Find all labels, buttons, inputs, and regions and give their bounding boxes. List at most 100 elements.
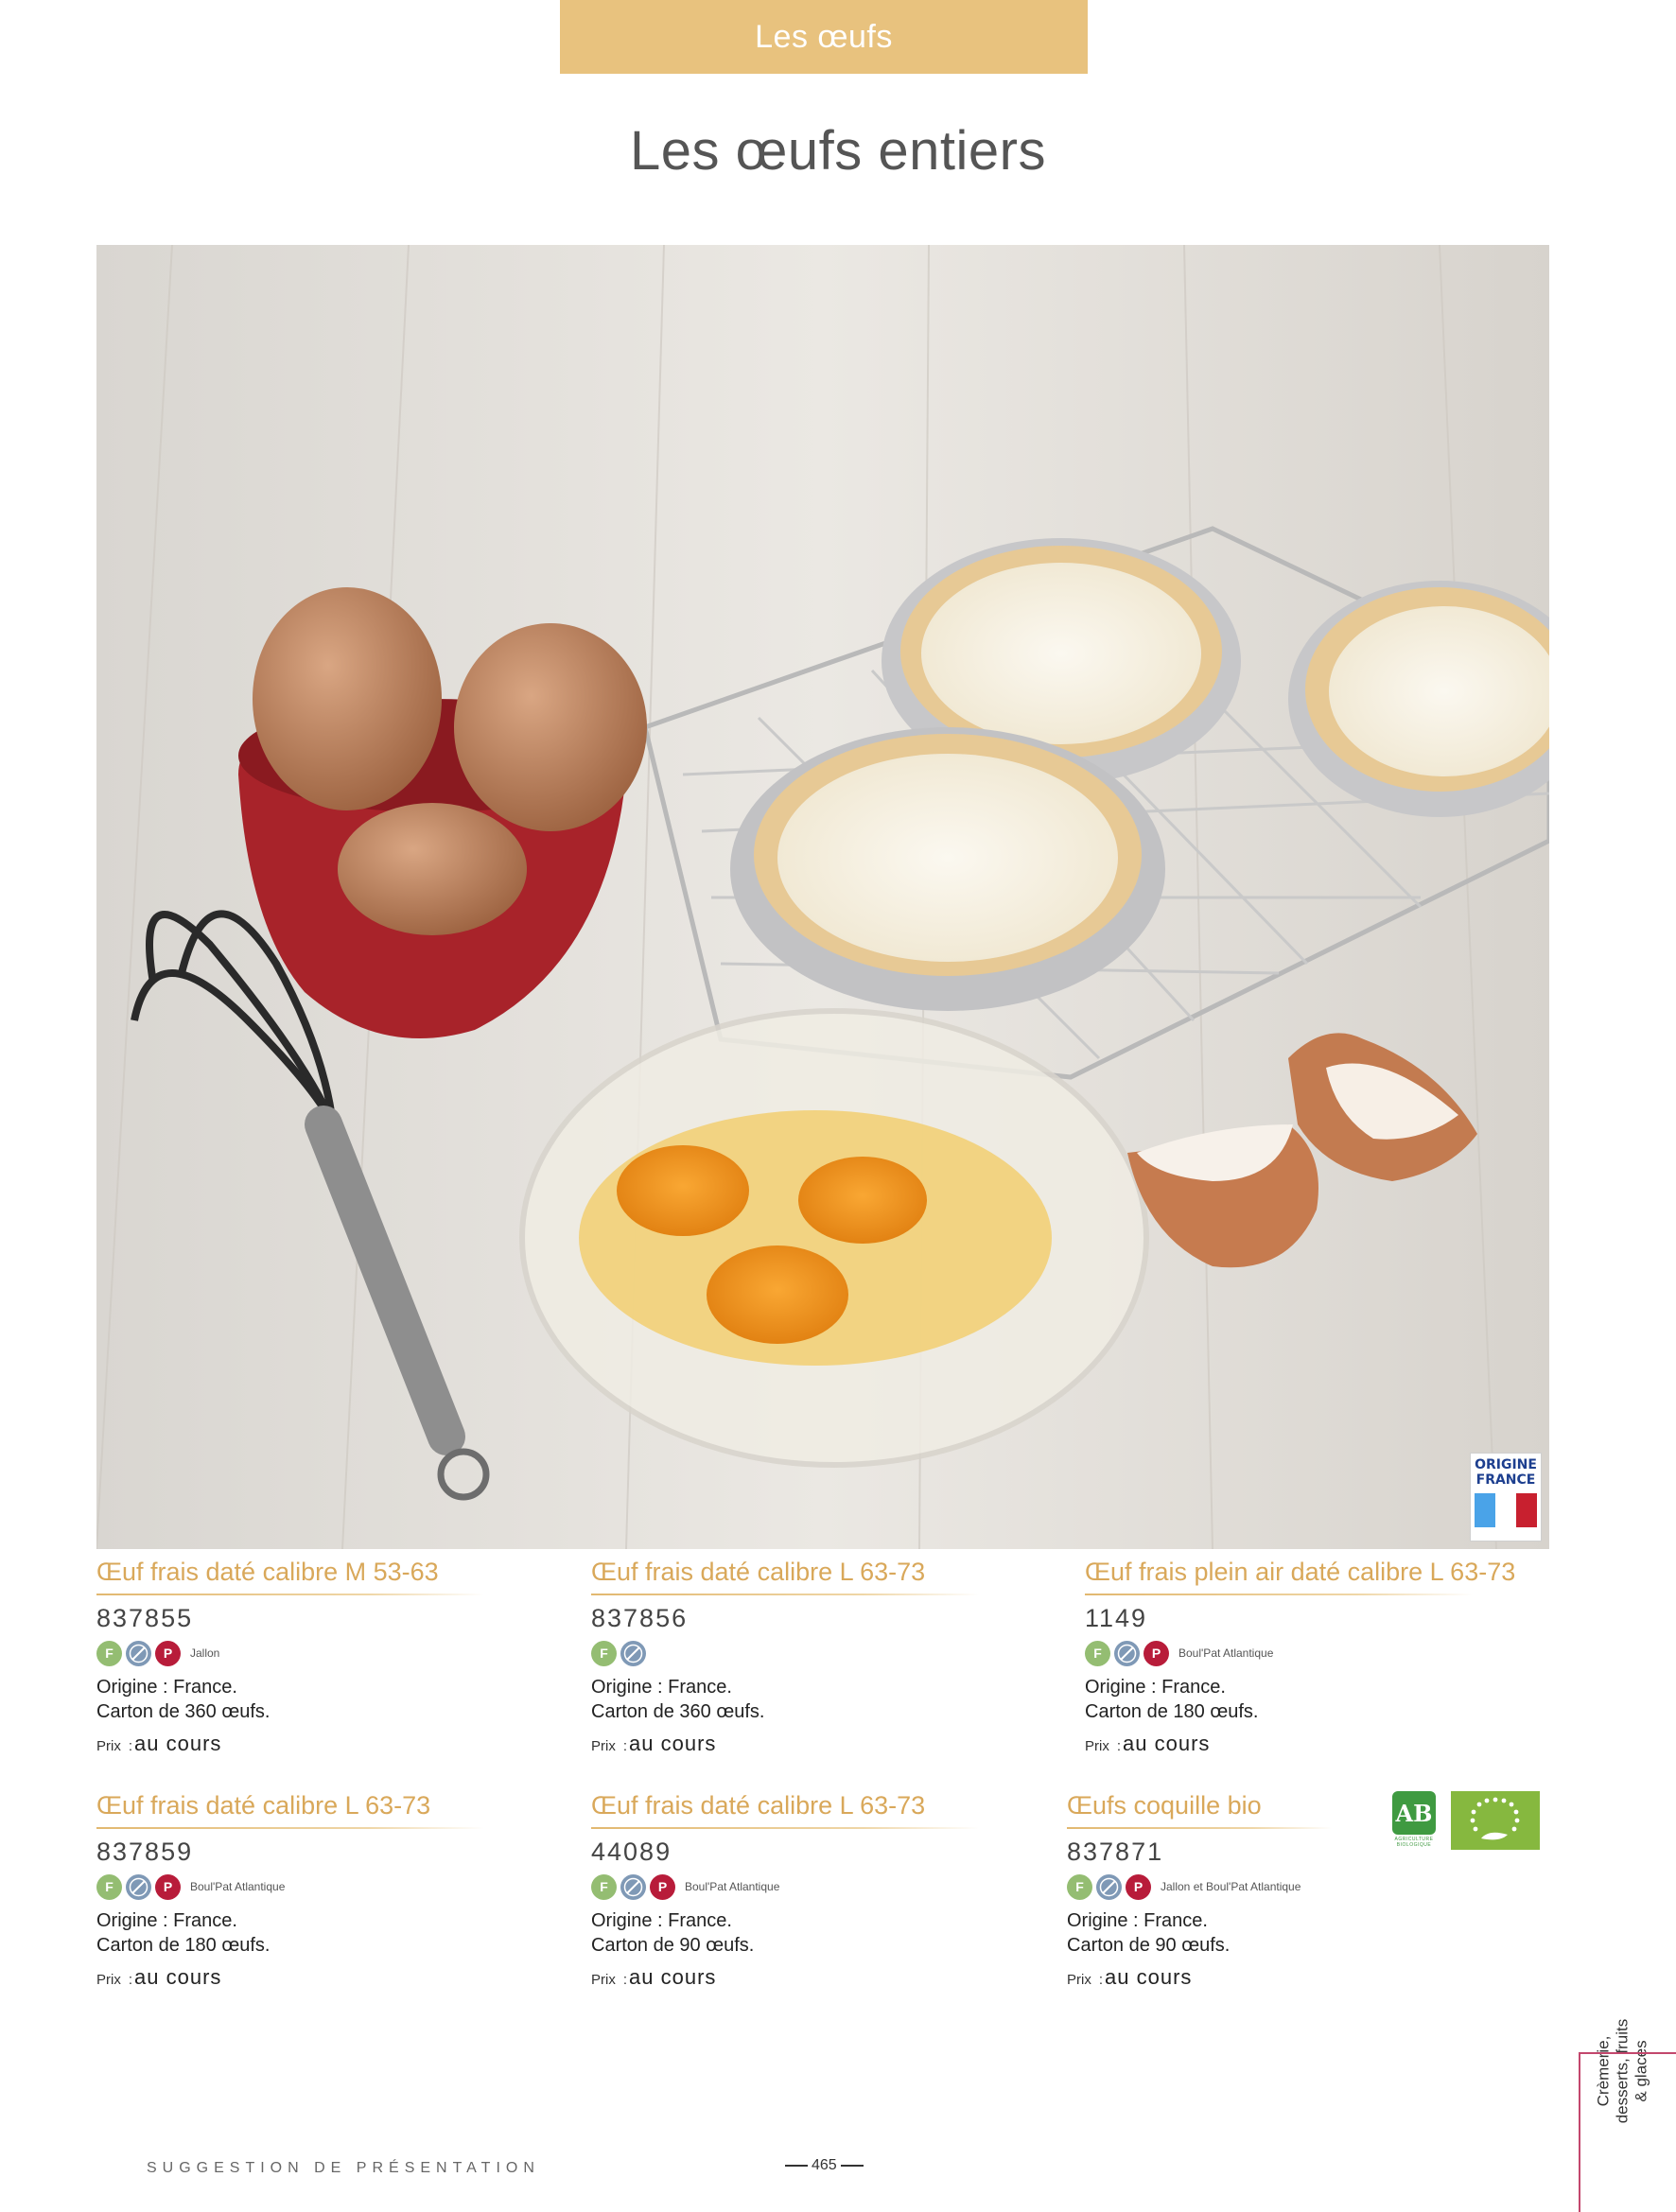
product-card: Œuf frais plein air daté calibre L 63-73… <box>1085 1556 1539 1756</box>
product-carton: Carton de 360 œufs. <box>591 1701 765 1722</box>
price-value: au cours <box>629 1965 717 1989</box>
product-name: Œuf frais plein air daté calibre L 63-73 <box>1085 1558 1516 1586</box>
product-card: Œuf frais daté calibre M 53-63 837855 F … <box>96 1556 550 1756</box>
product-carton: Carton de 90 œufs. <box>591 1935 755 1956</box>
product-origin: Origine : France. <box>96 1910 237 1931</box>
page-number-value: 465 <box>812 2157 837 2173</box>
cage-icon-shape <box>623 1877 643 1896</box>
product-price: Prix : au cours <box>96 1732 550 1756</box>
page-title: Les œufs entiers <box>630 120 1046 182</box>
price-separator: : <box>128 1972 133 1988</box>
catalog-page: Les œufs Les œufs entiers ORIGINE FRANCE… <box>0 0 1676 2212</box>
cage-icon <box>1114 1640 1140 1666</box>
price-separator: : <box>622 1972 628 1988</box>
product-card: Œuf frais daté calibre L 63-73 837859 F … <box>96 1789 550 1990</box>
product-origin: Origine : France. <box>96 1677 237 1698</box>
product-code: 837859 <box>96 1838 194 1866</box>
footer-note: SUGGESTION DE PRÉSENTATION <box>147 2160 540 2176</box>
product-name: Œuf frais daté calibre L 63-73 <box>96 1791 431 1820</box>
origine-france-badge: ORIGINE FRANCE <box>1470 1453 1542 1541</box>
product-name: Œuf frais daté calibre L 63-73 <box>591 1791 926 1820</box>
cage-icon-shape <box>1099 1877 1119 1896</box>
supplier-name: Boul'Pat Atlantique <box>685 1880 780 1893</box>
product-name: Œuf frais daté calibre L 63-73 <box>591 1558 926 1586</box>
product-title-rule <box>1067 1827 1332 1829</box>
price-label: Prix <box>591 1972 616 1988</box>
price-value: au cours <box>1123 1732 1211 1755</box>
supplier-name: Boul'Pat Atlantique <box>1178 1646 1274 1660</box>
product-price: Prix : au cours <box>1067 1965 1521 1990</box>
cage-icon-shape <box>623 1644 643 1663</box>
price-value: au cours <box>629 1732 717 1755</box>
product-origin: Origine : France. <box>1085 1677 1226 1698</box>
product-card: Œuf frais daté calibre L 63-73 44089 F P… <box>591 1789 1045 1990</box>
eu-leaf-stars-icon <box>1470 1797 1520 1840</box>
flag-red-stripe <box>1516 1493 1537 1527</box>
flag-blue-stripe <box>1475 1493 1495 1527</box>
product-price: Prix : au cours <box>96 1965 550 1990</box>
product-carton: Carton de 360 œufs. <box>96 1701 271 1722</box>
product-carton: Carton de 180 œufs. <box>96 1935 271 1956</box>
photo-illustration <box>96 245 1549 1549</box>
product-origin: Origine : France. <box>591 1910 732 1931</box>
price-value: au cours <box>134 1732 222 1755</box>
price-separator: : <box>128 1738 133 1754</box>
price-value: au cours <box>1105 1965 1193 1989</box>
origine-france-text: ORIGINE FRANCE <box>1475 1457 1537 1488</box>
supplier-name: Jallon et Boul'Pat Atlantique <box>1161 1880 1301 1893</box>
page-number: 465 <box>781 2157 867 2174</box>
frais-f-icon: F <box>96 1873 122 1900</box>
product-name: Œuf frais daté calibre M 53-63 <box>96 1558 439 1586</box>
product-card: Œuf frais daté calibre L 63-73 837856 F … <box>591 1556 1045 1756</box>
product-price: Prix : au cours <box>1085 1732 1539 1756</box>
product-code: 1149 <box>1085 1604 1148 1632</box>
price-value: au cours <box>134 1965 222 1989</box>
product-price: Prix : au cours <box>591 1732 1045 1756</box>
section-tab: Les œufs <box>560 0 1088 74</box>
price-label: Prix <box>96 1972 121 1988</box>
product-labels: F P Boul'Pat Atlantique <box>1085 1639 1539 1667</box>
product-labels: F P Boul'Pat Atlantique <box>96 1872 550 1901</box>
product-title-rule <box>96 1594 484 1595</box>
produit-p-icon: P <box>1126 1873 1151 1900</box>
supplier-name: Jallon <box>190 1646 220 1660</box>
cage-icon <box>1096 1873 1122 1900</box>
produit-p-icon: P <box>155 1873 181 1900</box>
product-labels: F <box>591 1639 1045 1667</box>
product-labels: F P Jallon <box>96 1639 550 1667</box>
flag-white-stripe <box>1495 1493 1516 1527</box>
product-title-rule <box>96 1827 484 1829</box>
page-number-dash <box>785 2165 808 2167</box>
product-photo: ORIGINE FRANCE <box>96 245 1549 1549</box>
price-label: Prix <box>96 1738 121 1754</box>
produit-p-icon: P <box>1144 1640 1169 1666</box>
produit-p-icon: P <box>155 1640 181 1666</box>
price-label: Prix <box>591 1738 616 1754</box>
product-title-rule <box>1085 1594 1473 1595</box>
price-separator: : <box>622 1738 628 1754</box>
product-code: 44089 <box>591 1838 672 1866</box>
product-origin: Origine : France. <box>1067 1910 1208 1931</box>
cage-icon <box>620 1640 646 1666</box>
cage-icon <box>620 1873 646 1900</box>
french-flag-icon <box>1475 1493 1537 1527</box>
ab-mark: AB <box>1392 1791 1436 1835</box>
eu-organic-leaf-icon <box>1451 1791 1540 1850</box>
produit-p-icon: P <box>650 1873 675 1900</box>
section-tab-label: Les œufs <box>755 18 893 55</box>
product-title-rule <box>591 1827 979 1829</box>
frais-f-icon: F <box>591 1873 617 1900</box>
product-title-rule <box>591 1594 979 1595</box>
cage-icon-shape <box>129 1877 148 1896</box>
cage-icon-shape <box>129 1644 148 1663</box>
product-labels: F P Boul'Pat Atlantique <box>591 1872 1045 1901</box>
frais-f-icon: F <box>1085 1640 1110 1666</box>
product-price: Prix : au cours <box>591 1965 1045 1990</box>
frais-f-icon: F <box>96 1640 122 1666</box>
product-code: 837856 <box>591 1604 689 1632</box>
price-label: Prix <box>1085 1738 1109 1754</box>
product-carton: Carton de 90 œufs. <box>1067 1935 1231 1956</box>
supplier-name: Boul'Pat Atlantique <box>190 1880 286 1893</box>
product-carton: Carton de 180 œufs. <box>1085 1701 1259 1722</box>
frais-f-icon: F <box>591 1640 617 1666</box>
